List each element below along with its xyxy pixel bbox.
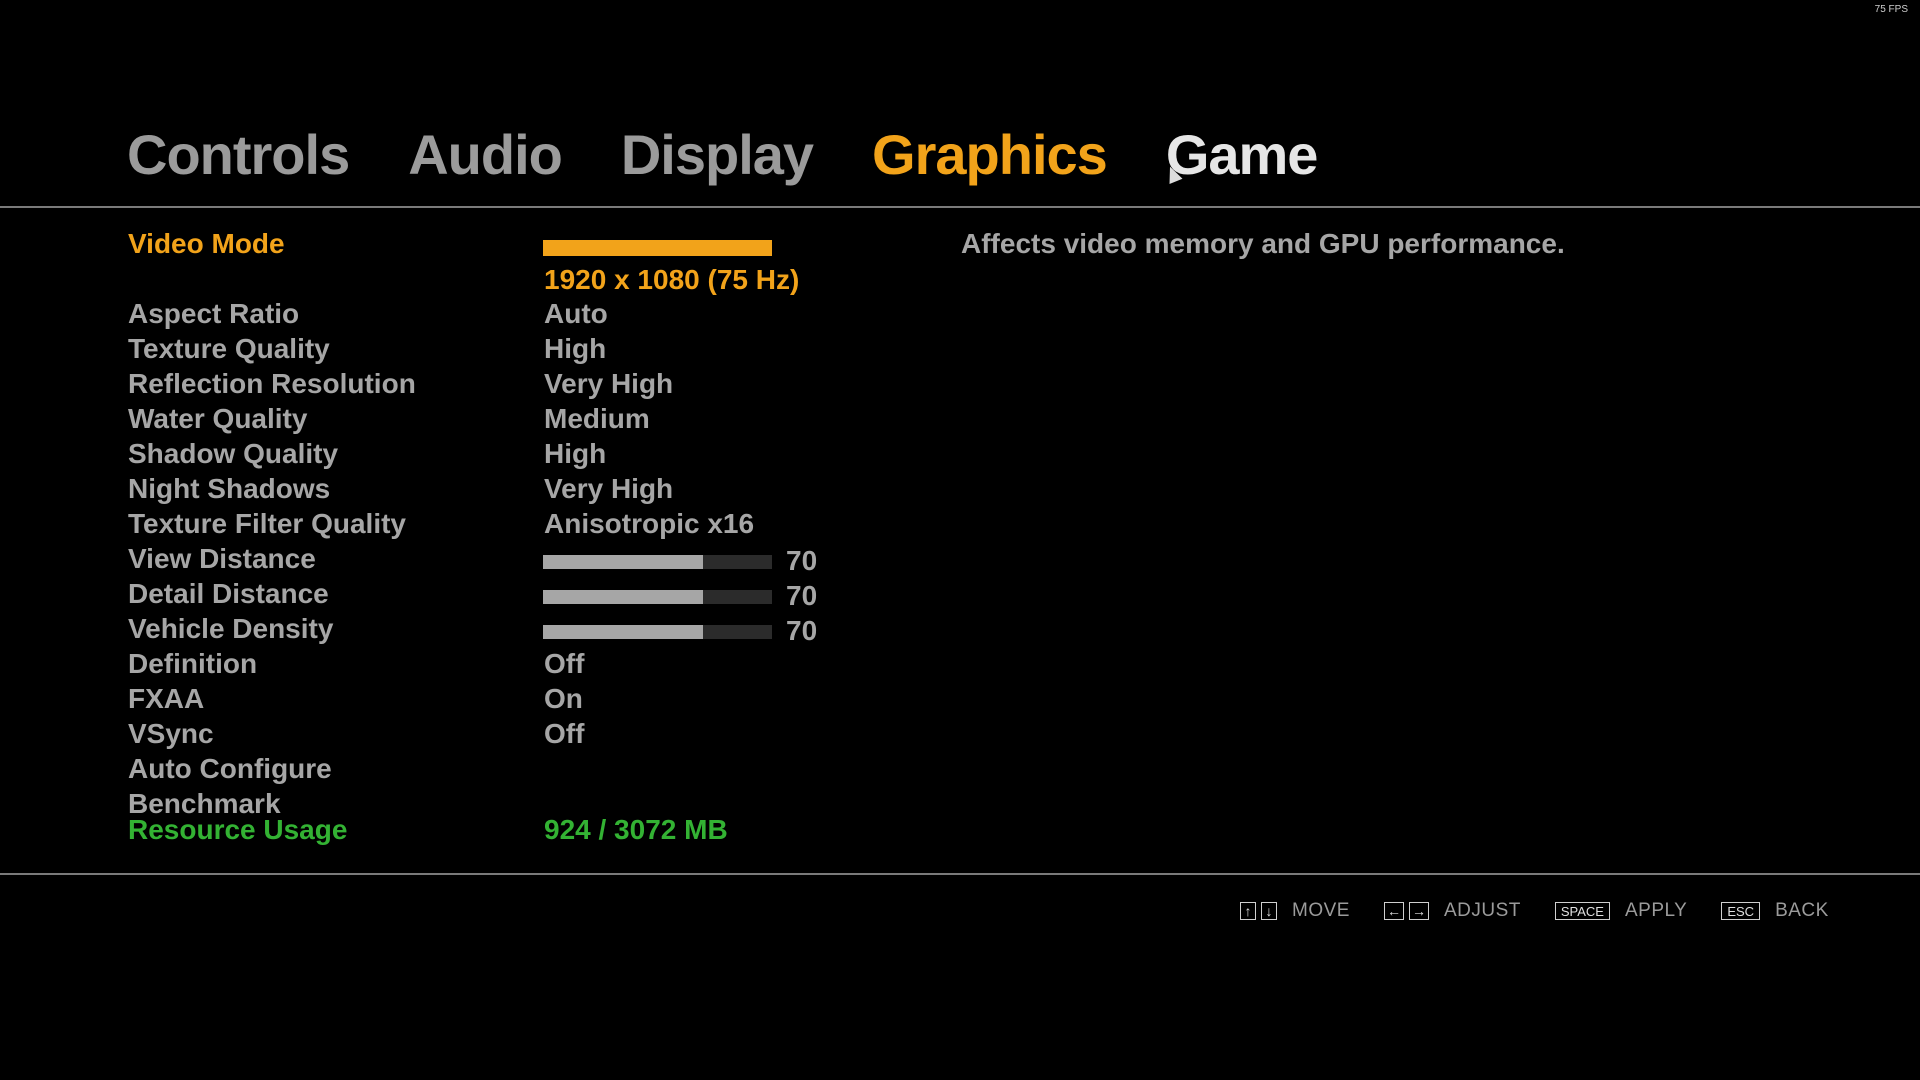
setting-night-shadows[interactable]: Night Shadows Very High — [128, 473, 928, 508]
view-distance-slider[interactable] — [543, 555, 772, 569]
setting-label: View Distance — [128, 543, 316, 574]
slider-fill — [543, 555, 704, 569]
setting-value: Very High — [544, 368, 674, 399]
benchmark-button[interactable]: Benchmark — [128, 788, 928, 819]
slider-value: 70 — [786, 615, 818, 646]
auto-configure-button[interactable]: Auto Configure — [128, 753, 928, 788]
arrow-up-key-icon: ↑ — [1240, 902, 1256, 920]
setting-texture-quality[interactable]: Texture Quality High — [128, 333, 928, 368]
move-hint: MOVE — [1292, 900, 1350, 921]
setting-value: On — [544, 683, 583, 714]
menu-tabs: Controls Audio Display Graphics Game — [127, 122, 1319, 187]
setting-vsync[interactable]: VSync Off — [128, 718, 928, 753]
control-hints: ↑ ↓ MOVE ← → ADJUST SPACE APPLY ESC BACK — [1240, 900, 1863, 922]
resource-usage-value: 924 / 3072 MB — [544, 814, 728, 845]
setting-description: Affects video memory and GPU performance… — [961, 228, 1565, 259]
settings-list: Video Mode 1920 x 1080 (75 Hz) Aspect Ra… — [128, 228, 928, 849]
setting-value: Off — [544, 718, 585, 749]
arrow-right-key-icon: → — [1408, 902, 1429, 920]
setting-label: Night Shadows — [128, 473, 331, 504]
setting-value: Very High — [544, 473, 674, 504]
setting-label: Video Mode — [128, 228, 285, 259]
setting-value: Anisotropic x16 — [544, 508, 755, 539]
slider-fill — [543, 590, 704, 604]
arrow-left-key-icon: ← — [1383, 902, 1404, 920]
setting-shadow-quality[interactable]: Shadow Quality High — [128, 438, 928, 473]
setting-label: Reflection Resolution — [128, 368, 416, 399]
setting-label: VSync — [128, 718, 214, 749]
setting-aspect-ratio[interactable]: Aspect Ratio Auto — [128, 298, 928, 333]
video-mode-selection-bar — [543, 240, 772, 256]
setting-label: Aspect Ratio — [128, 298, 300, 329]
adjust-hint: ADJUST — [1443, 900, 1521, 921]
back-hint[interactable]: BACK — [1775, 900, 1829, 922]
esc-key-icon: ESC — [1721, 902, 1761, 920]
slider-fill — [543, 625, 704, 639]
setting-label: Shadow Quality — [128, 438, 339, 469]
vehicle-density-slider[interactable] — [543, 625, 772, 639]
header-divider — [0, 206, 1920, 208]
setting-label: Texture Filter Quality — [128, 508, 406, 539]
setting-detail-distance[interactable]: Detail Distance 70 — [128, 578, 928, 613]
setting-label: Vehicle Density — [128, 613, 334, 644]
setting-reflection-resolution[interactable]: Reflection Resolution Very High — [128, 368, 928, 403]
setting-value: High — [544, 333, 607, 364]
setting-fxaa[interactable]: FXAA On — [128, 683, 928, 718]
setting-video-mode[interactable]: Video Mode 1920 x 1080 (75 Hz) — [128, 228, 928, 298]
tab-display[interactable]: Display — [621, 122, 814, 187]
space-key-icon: SPACE — [1554, 902, 1610, 920]
setting-water-quality[interactable]: Water Quality Medium — [128, 403, 928, 438]
slider-value: 70 — [786, 580, 818, 611]
apply-hint[interactable]: APPLY — [1625, 900, 1687, 922]
tab-graphics[interactable]: Graphics — [872, 122, 1108, 187]
arrow-down-key-icon: ↓ — [1261, 902, 1277, 920]
setting-label: FXAA — [128, 683, 205, 714]
setting-value: High — [544, 438, 607, 469]
footer-divider — [0, 873, 1920, 875]
slider-value: 70 — [786, 545, 818, 576]
setting-value: 1920 x 1080 (75 Hz) — [544, 264, 800, 295]
setting-definition[interactable]: Definition Off — [128, 648, 928, 683]
setting-view-distance[interactable]: View Distance 70 — [128, 543, 928, 578]
detail-distance-slider[interactable] — [543, 590, 772, 604]
setting-vehicle-density[interactable]: Vehicle Density 70 — [128, 613, 928, 648]
setting-texture-filter-quality[interactable]: Texture Filter Quality Anisotropic x16 — [128, 508, 928, 543]
setting-value: Auto — [544, 298, 608, 329]
tab-audio[interactable]: Audio — [408, 122, 563, 187]
setting-label: Water Quality — [128, 403, 308, 434]
resource-usage-label: Resource Usage — [128, 814, 348, 845]
tab-game[interactable]: Game — [1166, 122, 1319, 187]
setting-value: Off — [544, 648, 585, 679]
setting-value: Medium — [544, 403, 650, 434]
tab-controls[interactable]: Controls — [127, 122, 350, 187]
action-label: Auto Configure — [128, 753, 332, 784]
setting-label: Detail Distance — [128, 578, 329, 609]
fps-counter: 75 FPS — [1874, 4, 1908, 15]
setting-label: Definition — [128, 648, 258, 679]
setting-label: Texture Quality — [128, 333, 330, 364]
resource-usage: Resource Usage 924 / 3072 MB — [128, 814, 928, 849]
